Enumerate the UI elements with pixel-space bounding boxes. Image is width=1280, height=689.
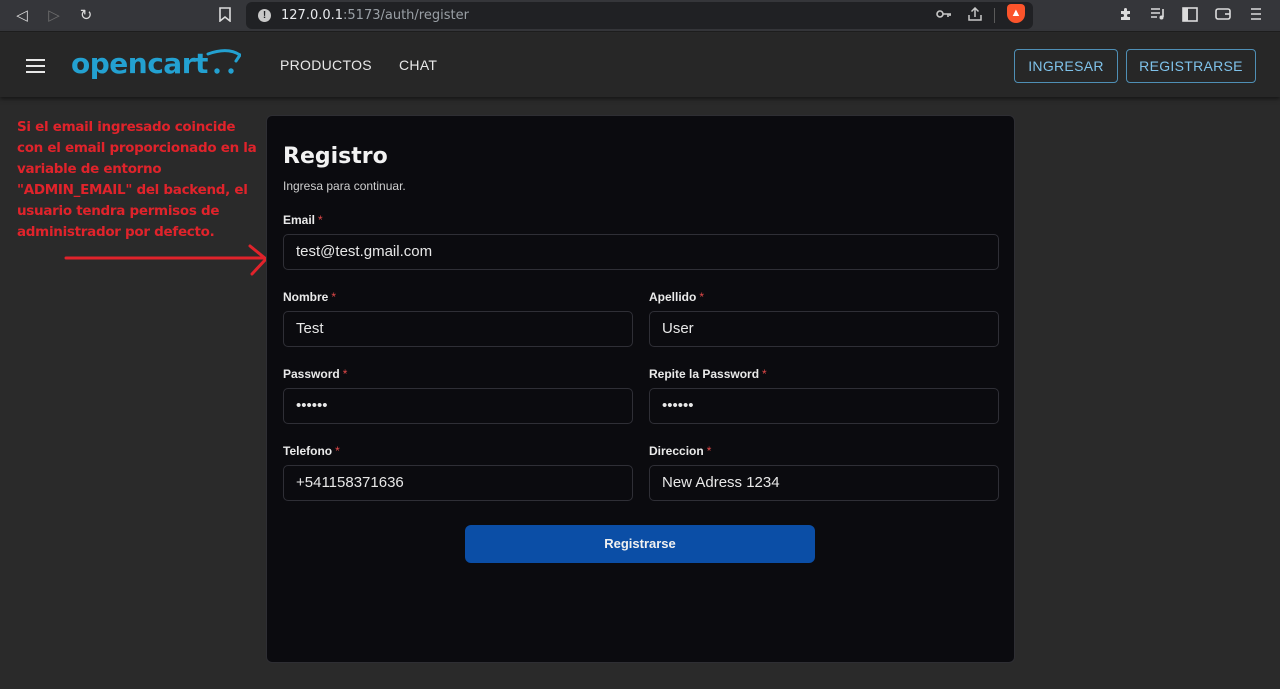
key-icon[interactable] <box>936 7 952 24</box>
form-title: Registro <box>283 144 388 169</box>
register-submit-button[interactable]: Registrarse <box>465 525 815 563</box>
back-icon[interactable]: ◁ <box>13 7 31 25</box>
telefono-field[interactable]: +541158371636 <box>283 465 633 501</box>
password-label: Password * <box>283 367 348 381</box>
telefono-label: Telefono * <box>283 444 340 458</box>
sidebar-icon[interactable] <box>1182 7 1198 26</box>
nav-chat[interactable]: CHAT <box>399 57 437 73</box>
extensions-icon[interactable] <box>1118 7 1133 26</box>
url-text: 127.0.0.1:5173/auth/register <box>281 8 469 23</box>
wallet-icon[interactable] <box>1215 7 1231 25</box>
repite-password-field[interactable]: •••••• <box>649 388 999 424</box>
app-header: opencart PRODUCTOS CHAT INGRESAR REGISTR… <box>0 33 1280 97</box>
register-header-button[interactable]: REGISTRARSE <box>1126 49 1256 83</box>
email-field[interactable]: test@test.gmail.com <box>283 234 999 270</box>
login-button[interactable]: INGRESAR <box>1014 49 1118 83</box>
admin-email-annotation: Si el email ingresado coincide con el em… <box>17 119 257 240</box>
nombre-label: Nombre * <box>283 290 337 304</box>
site-info-icon[interactable]: ! <box>258 9 271 22</box>
email-label: Email * <box>283 213 323 227</box>
browser-toolbar: ◁ ▷ ↻ ! 127.0.0.1:5173/auth/register ▲ <box>0 0 1280 32</box>
cart-logo-icon <box>206 49 241 74</box>
share-icon[interactable] <box>967 6 983 25</box>
nombre-field[interactable]: Test <box>283 311 633 347</box>
nav-productos[interactable]: PRODUCTOS <box>280 57 372 73</box>
register-card: Registro Ingresa para continuar. Email * … <box>266 115 1015 663</box>
direccion-field[interactable]: New Adress 1234 <box>649 465 999 501</box>
hamburger-menu-icon[interactable] <box>26 59 45 73</box>
menu-icon[interactable] <box>1250 7 1262 25</box>
bookmark-icon[interactable] <box>216 7 234 25</box>
apellido-label: Apellido * <box>649 290 705 304</box>
annotation-arrow-icon <box>64 244 268 276</box>
direccion-label: Direccion * <box>649 444 712 458</box>
forward-icon[interactable]: ▷ <box>45 7 63 25</box>
reload-icon[interactable]: ↻ <box>77 7 95 25</box>
apellido-field[interactable]: User <box>649 311 999 347</box>
media-icon[interactable] <box>1150 7 1166 25</box>
form-subtitle: Ingresa para continuar. <box>283 179 406 193</box>
password-field[interactable]: •••••• <box>283 388 633 424</box>
divider <box>994 8 995 23</box>
opencart-logo[interactable]: opencart <box>71 47 208 80</box>
brave-shield-icon[interactable]: ▲ <box>1007 4 1025 23</box>
address-bar[interactable]: ! 127.0.0.1:5173/auth/register <box>246 2 1033 29</box>
repite-password-label: Repite la Password * <box>649 367 767 381</box>
